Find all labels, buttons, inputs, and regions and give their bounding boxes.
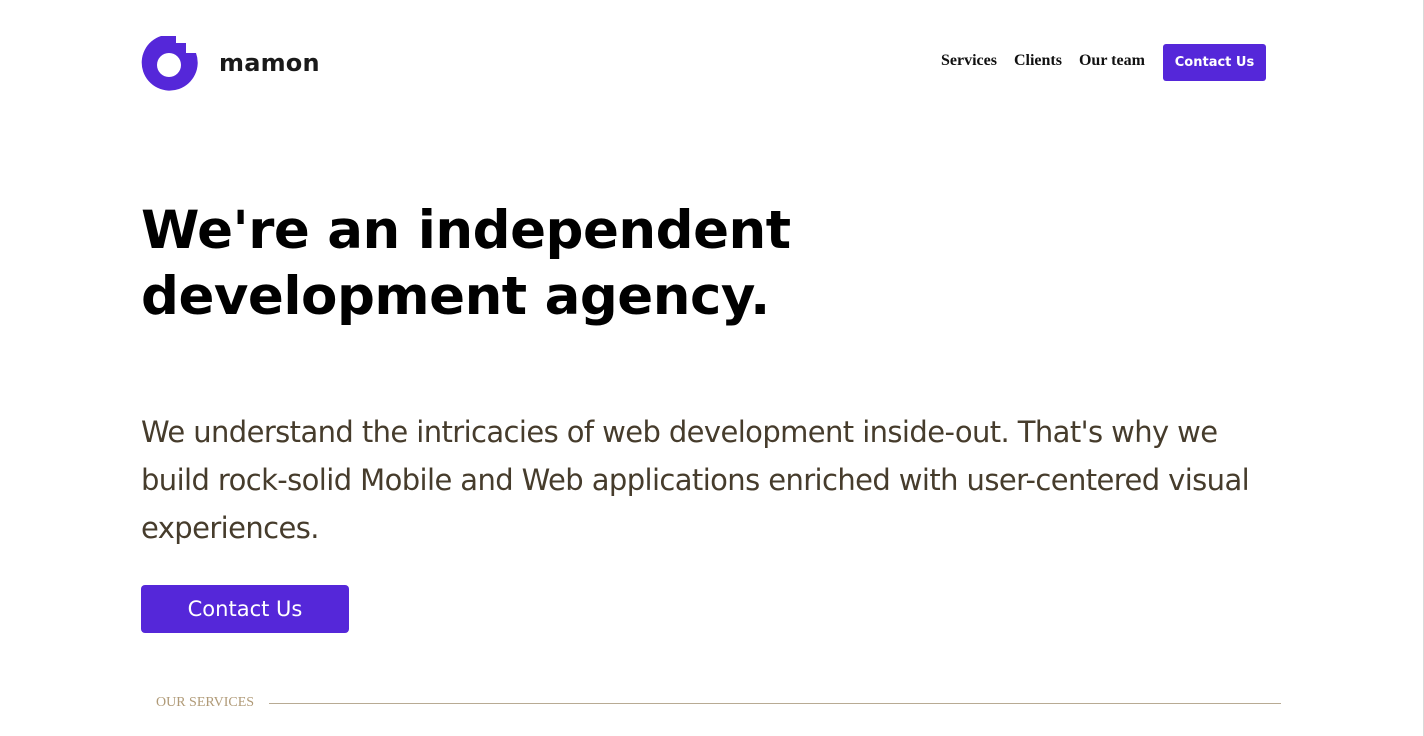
nav-item-services[interactable]: Services (941, 52, 997, 70)
main-nav: Services Clients Our team (941, 52, 1162, 70)
nav-item-our-team[interactable]: Our team (1079, 52, 1145, 70)
services-section-label: OUR SERVICES (156, 695, 255, 710)
hero-intro: We understand the intricacies of web dev… (141, 415, 1250, 545)
nav-contact-button[interactable]: Contact Us (1163, 44, 1266, 81)
section-divider (269, 703, 1281, 704)
brand-name[interactable]: mamon (219, 49, 320, 77)
hero-headline: We're an independent development agency. (141, 200, 791, 327)
hero-contact-button[interactable]: Contact Us (141, 585, 349, 633)
mamon-logo-icon[interactable] (141, 33, 199, 92)
nav-item-clients[interactable]: Clients (1014, 52, 1062, 70)
